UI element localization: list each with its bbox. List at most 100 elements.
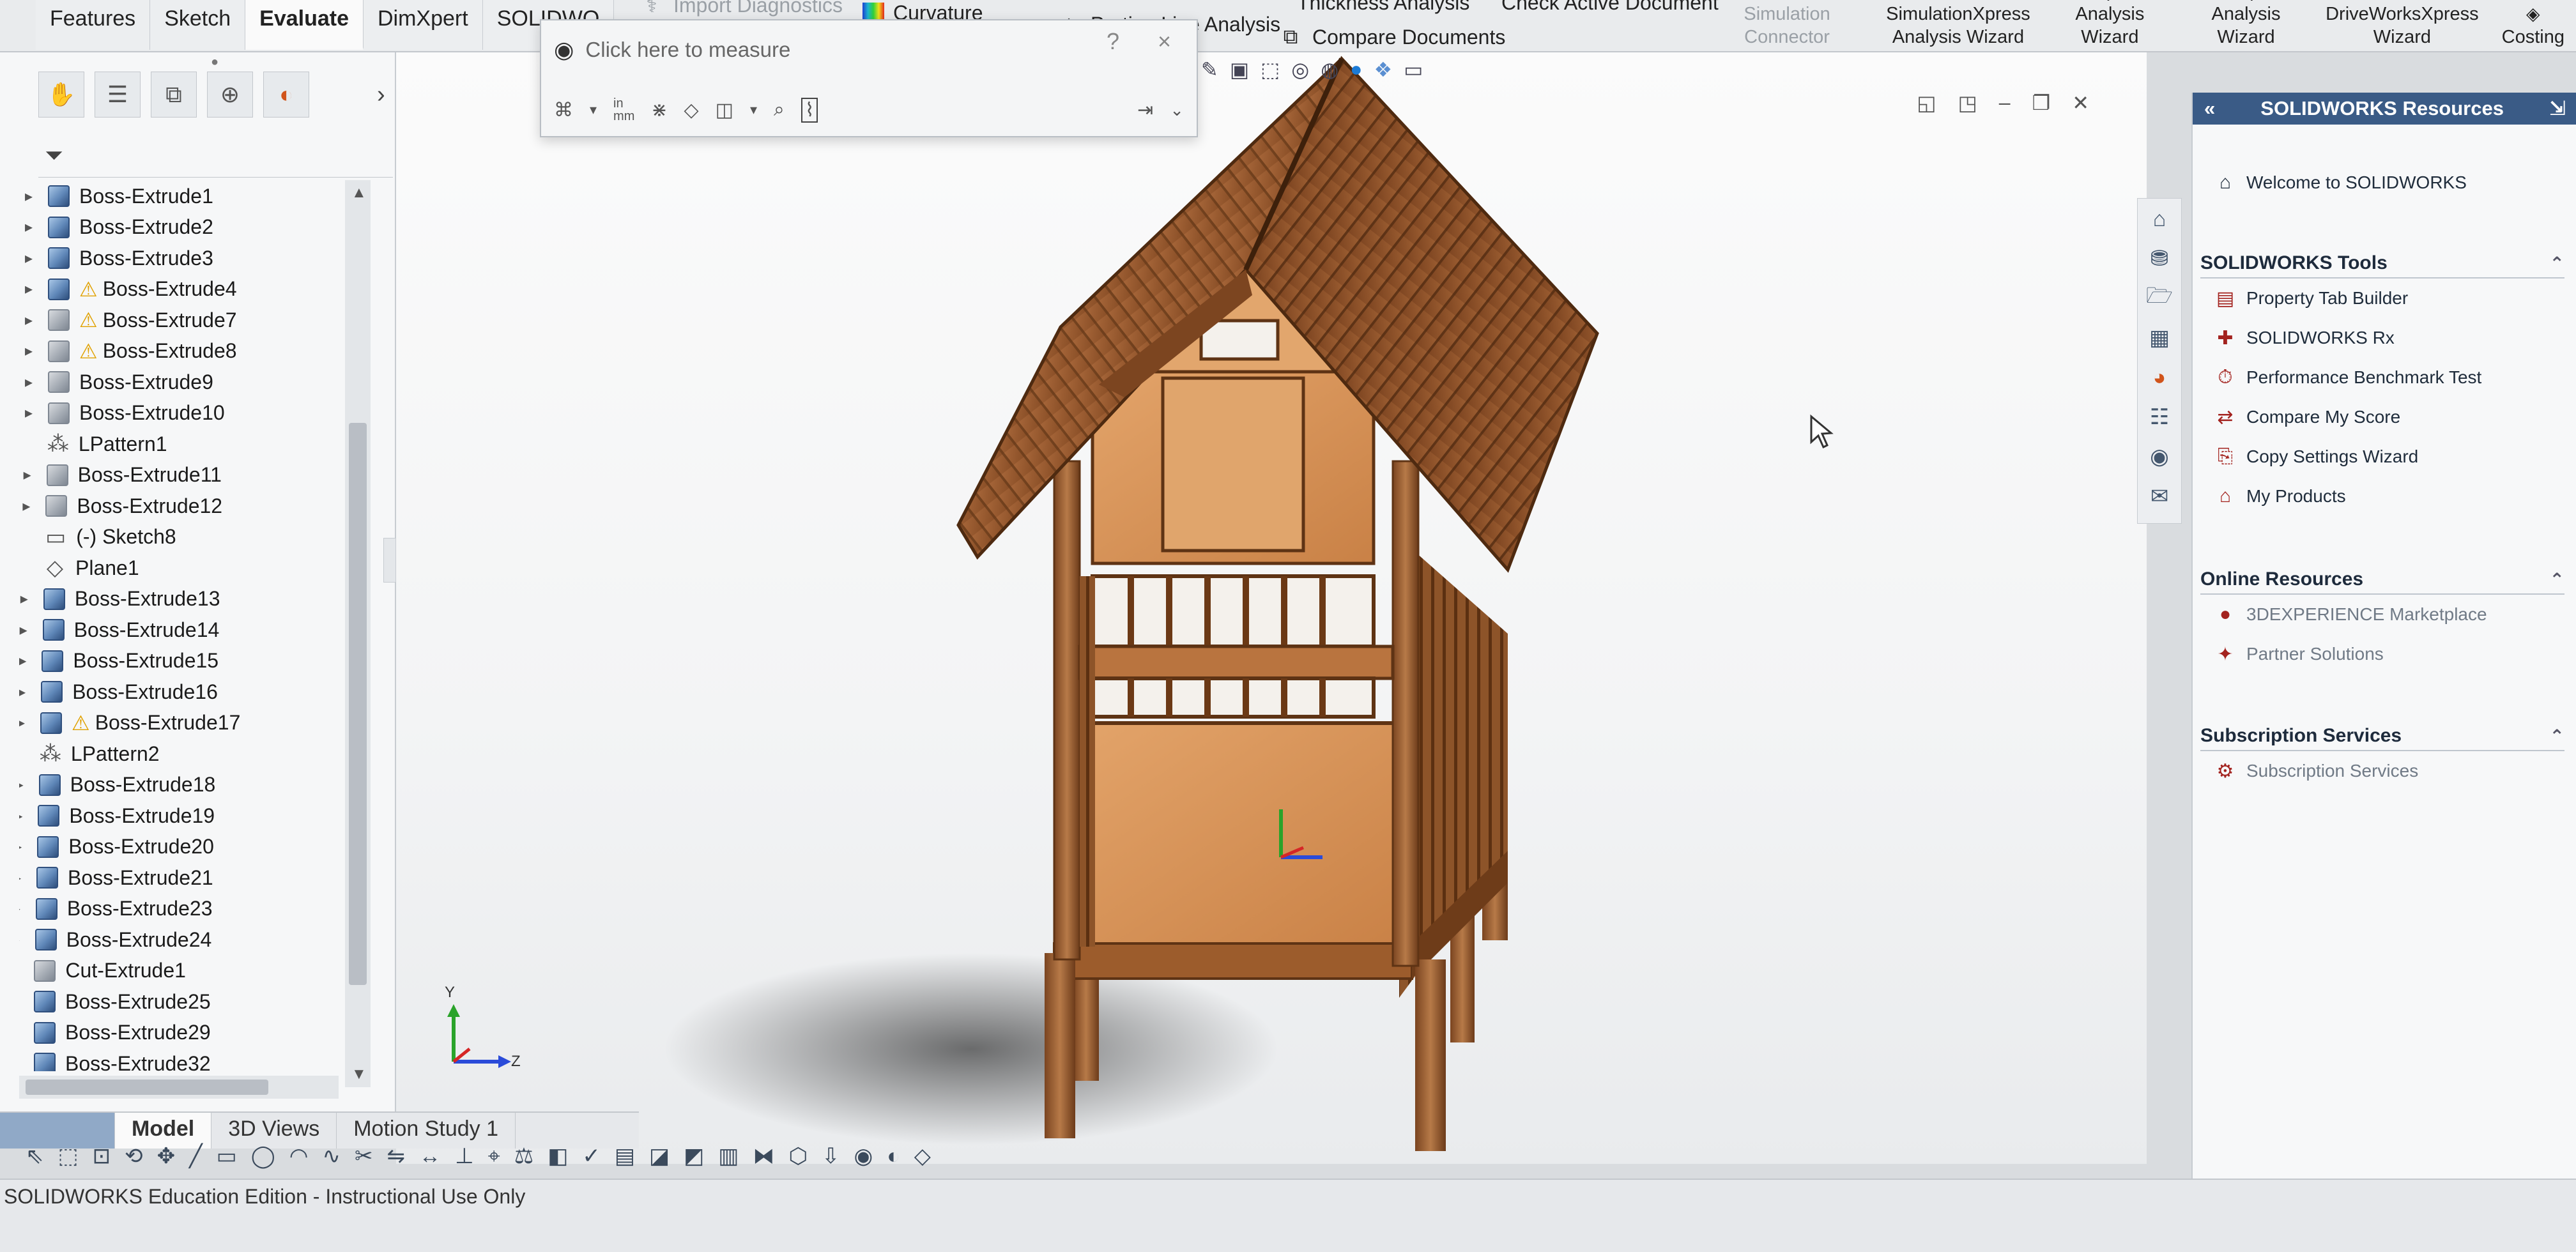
tree-node[interactable]: ▸ Boss-Extrude10 [19,397,225,429]
appearance-icon[interactable]: ● [1350,57,1362,93]
line-icon[interactable]: ╱ [189,1143,202,1169]
expand-icon[interactable]: ▸ [19,497,36,515]
tree-hscrollbar[interactable] [19,1076,339,1099]
task-pane-link[interactable]: ⚙ Subscription Services [2200,751,2564,791]
mass-properties-icon[interactable]: ⚖ [514,1143,533,1169]
task-pane-link[interactable]: ⎘ Copy Settings Wizard [2200,437,2564,477]
tree-node[interactable]: ▸ Boss-Extrude2 [19,211,213,243]
previous-view-icon[interactable]: ✎ [1201,57,1218,93]
tree-node[interactable]: ⁂ LPattern1 [19,428,167,460]
expand-icon[interactable]: ▸ [19,404,38,422]
scroll-thumb[interactable] [349,423,367,985]
arc-icon[interactable]: ◠ [289,1143,309,1169]
relation-icon[interactable]: ⊥ [455,1143,474,1169]
tree-node[interactable]: ▸ Boss-Extrude9 [19,366,213,398]
zoom-fit-icon[interactable]: ⬚ [58,1143,79,1169]
check-icon[interactable]: ✓ [582,1143,601,1169]
expand-icon[interactable]: ▸ [19,869,27,887]
display-manager-tab[interactable]: ◐ [263,72,309,118]
create-sensor-icon[interactable]: ⌇ [801,97,818,123]
expand-icon[interactable]: ▸ [19,899,26,918]
expand-icon[interactable]: ▸ [19,775,29,794]
tree-node[interactable]: ▸ Boss-Extrude24 [19,924,211,956]
scroll-up-icon[interactable]: ▲ [351,184,367,202]
sensor-icon[interactable]: ◉ [854,1143,873,1169]
tree-node[interactable]: ▸ Boss-Extrude19 [19,800,215,832]
configuration-manager-tab[interactable]: ⧉ [151,72,197,118]
view-palette-icon[interactable]: ▦ [2143,323,2176,353]
display-style-icon[interactable]: ◎ [1291,57,1309,93]
graphics-area[interactable]: Y Z ◱ ◳ – ❐ ✕ [396,52,2147,1164]
expand-icon[interactable]: ▸ [19,1023,24,1042]
tree-node[interactable]: ⁂ LPattern2 [19,738,160,770]
pan-icon[interactable]: ✥ [157,1143,176,1169]
command-tab-dimxpert[interactable]: DimXpert [364,0,483,50]
addin-button[interactable]: ≋FloXpressAnalysis Wizard [2042,0,2178,52]
task-pane-link[interactable]: ⌂ My Products [2200,477,2564,516]
tree-node[interactable]: ◇ Plane1 [19,552,139,584]
tree-node[interactable]: ▸ Boss-Extrude13 [19,583,220,615]
addin-button[interactable]: ✔DFMXpressAnalysis Wizard [2178,0,2314,52]
import-icon[interactable]: ⇩ [822,1143,840,1169]
tree-node[interactable]: ▸ Boss-Extrude18 [19,769,215,801]
expand-icon[interactable]: ▸ [19,621,33,639]
task-pane-link[interactable]: ✦ Partner Solutions [2200,634,2564,674]
expand-icon[interactable]: ▸ [19,652,32,670]
symmetry-icon[interactable]: ⧓ [753,1143,774,1169]
expand-icon[interactable]: ▸ [19,373,38,392]
scene-icon[interactable]: ❖ [1374,57,1392,93]
arc-circle-measure-icon[interactable]: ⌘ [554,99,573,121]
expand-icon[interactable]: ▸ [19,187,38,206]
tree-node[interactable]: ▸ Boss-Extrude12 [19,490,222,522]
projection-icon[interactable]: ◫ [716,99,733,121]
dropdown-icon[interactable]: ▾ [590,102,597,118]
plane-icon[interactable]: ◇ [914,1143,931,1169]
show-xyz-icon[interactable]: ⋇ [651,99,667,121]
tree-node[interactable]: ▸ Boss-Extrude14 [19,614,220,646]
measure-prompt[interactable]: Click here to measure [585,38,790,62]
feature-manager-tab[interactable]: ✋ [38,72,84,118]
hide-show-icon[interactable]: ◍ [1321,57,1338,93]
task-pane-link[interactable]: ● 3DEXPERIENCE Marketplace [2200,595,2564,634]
zebra-icon[interactable]: ▤ [615,1143,635,1169]
measurement-history-icon[interactable]: ⌕ [774,99,785,121]
tile-icon[interactable]: ◳ [1958,91,1977,115]
house-model[interactable] [956,56,1599,1151]
help-icon[interactable]: ? [1107,28,1119,55]
tree-node[interactable]: ▸ Boss-Extrude11 [19,459,222,491]
tree-node[interactable]: ▸ ⚠ Boss-Extrude8 [19,335,237,367]
expand-icon[interactable]: ▸ [19,466,37,484]
rotate-icon[interactable]: ⟲ [125,1143,143,1169]
tree-node[interactable]: ▸ Boss-Extrude1 [19,180,213,212]
expand-icon[interactable]: ▸ [19,993,24,1011]
tools-header[interactable]: SOLIDWORKS Tools ⌃ [2200,249,2564,279]
view-settings-icon[interactable]: ▭ [1404,57,1423,93]
collapse-icon[interactable]: ⌄ [1170,100,1184,120]
dropdown-icon[interactable]: ▾ [750,102,757,118]
splitter-handle[interactable] [383,538,396,583]
tree-node[interactable]: ▸ Boss-Extrude15 [19,645,218,677]
task-pane-link[interactable]: ▤ Property Tab Builder [2200,279,2564,318]
expand-icon[interactable]: ▸ [19,807,28,825]
tree-node[interactable]: ▸ Boss-Extrude20 [19,831,214,863]
chevron-up-icon[interactable]: ⌃ [2550,569,2564,590]
import-diagnostics-button[interactable]: ⚕ Import Diagnostics [639,0,843,18]
expand-icon[interactable]: ▸ [19,218,38,236]
tree-scrollbar[interactable]: ▲ ▼ [345,180,371,1087]
expand-icon[interactable]: ▸ [19,311,38,330]
tree-node[interactable]: ▸ Boss-Extrude23 [19,893,212,925]
compare-documents-button[interactable]: ⧉ Compare Documents [1278,24,1506,50]
expand-panel-icon[interactable]: › [377,72,385,126]
home-icon[interactable]: ⌂ [2143,204,2176,234]
chevron-up-icon[interactable]: ⌃ [2550,726,2564,747]
expand-icon[interactable]: ▸ [19,931,26,949]
expand-icon[interactable]: ▸ [19,961,24,980]
dimension-icon[interactable]: ↔ [419,1144,441,1169]
task-pane-link[interactable]: ✚ SOLIDWORKS Rx [2200,318,2564,358]
chevron-up-icon[interactable]: ⌃ [2550,253,2564,274]
mirror-icon[interactable]: ⇋ [387,1143,405,1169]
close-icon[interactable]: × [1158,28,1171,55]
pin-icon[interactable]: ⇲ [2549,97,2566,120]
maximize-icon[interactable]: ❐ [2032,91,2051,115]
thickness-analysis-button[interactable]: Thickness Analysis [1297,0,1469,15]
